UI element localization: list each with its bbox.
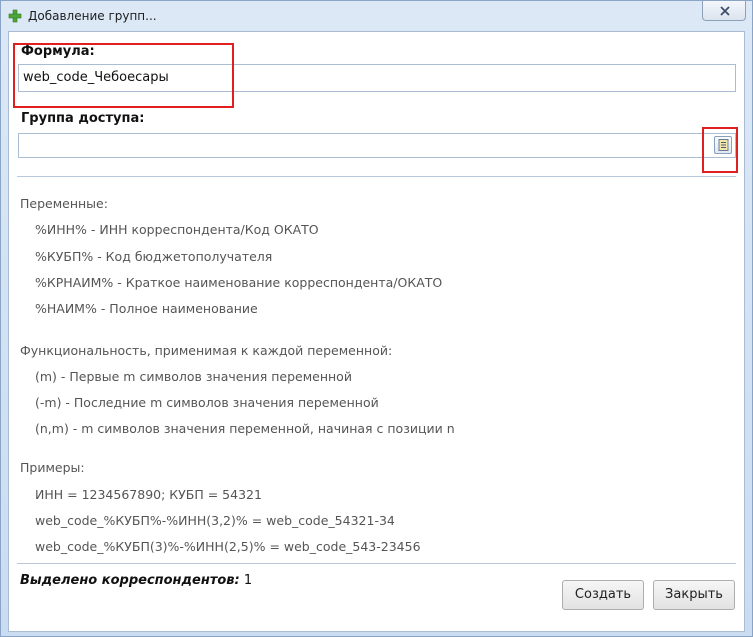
create-button[interactable]: Создать: [562, 580, 644, 610]
selected-count-text: Выделено корреспондентов: 1: [20, 573, 252, 588]
access-group-label: Группа доступа:: [21, 111, 145, 126]
example-item: web_code_%КУБП(3)%-%ИНН(2,5)% = web_code…: [35, 539, 421, 554]
formula-highlight: [13, 43, 234, 108]
title-bar[interactable]: Добавление групп...: [1, 1, 752, 31]
variable-item: %ИНН% - ИНН корреспондента/Код ОКАТО: [35, 222, 319, 237]
functions-heading: Функциональность, применимая к каждой пе…: [20, 343, 393, 358]
separator-bottom: [17, 563, 736, 564]
access-group-input[interactable]: [18, 133, 736, 158]
window-title: Добавление групп...: [28, 9, 157, 23]
variable-item: %КРНАИМ% - Краткое наименование корреспо…: [35, 275, 443, 290]
close-window-button[interactable]: [702, 1, 746, 21]
variable-item: %КУБП% - Код бюджетополучателя: [35, 249, 273, 264]
example-item: web_code_%КУБП%-%ИНН(3,2)% = web_code_54…: [35, 513, 395, 528]
function-item: (m) - Первые m символов значения перемен…: [35, 369, 352, 384]
separator-top: [17, 176, 736, 177]
selected-count: 1: [243, 573, 253, 588]
close-button[interactable]: Закрыть: [653, 580, 735, 610]
variables-heading: Переменные:: [20, 196, 108, 211]
function-item: (-m) - Последние m символов значения пер…: [35, 395, 379, 410]
example-item: ИНН = 1234567890; КУБП = 54321: [35, 487, 262, 502]
dialog-window: Добавление групп... Формула: web_code_Че…: [0, 0, 753, 637]
dialog-body: Формула: web_code_Чебоесары Группа досту…: [8, 31, 745, 632]
examples-heading: Примеры:: [20, 460, 85, 475]
green-plus-icon: [8, 9, 22, 23]
selected-label: Выделено корреспондентов:: [20, 573, 240, 588]
variable-item: %НАИМ% - Полное наименование: [35, 301, 258, 316]
lookup-highlight: [702, 127, 738, 173]
close-icon: [720, 6, 730, 16]
function-item: (n,m) - m символов значения переменной, …: [35, 421, 455, 436]
